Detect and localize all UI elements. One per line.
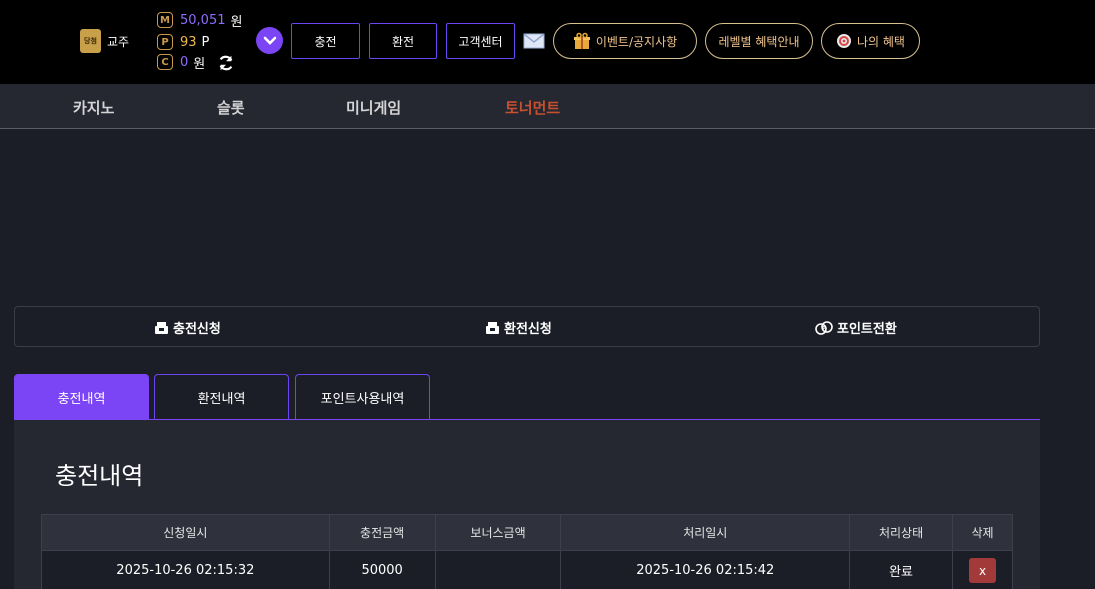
level-benefits-button[interactable]: 레벨별 혜택안내: [705, 23, 813, 59]
table-row: 2025-10-26 02:15:32 50000 2025-10-26 02:…: [41, 550, 1013, 589]
money-value: 50,051: [180, 12, 226, 28]
coins-icon: P: [815, 320, 833, 335]
nav-item-tournament[interactable]: 토너먼트: [505, 97, 560, 118]
nav-item-casino[interactable]: 카지노: [73, 97, 114, 118]
coin-balance: C 0 원: [157, 53, 205, 72]
column-header: 신청일시: [41, 514, 330, 551]
money-balance: M 50,051 원: [157, 11, 242, 30]
nav-item-slot[interactable]: 슬롯: [217, 97, 245, 118]
table-header-row: 신청일시 충전금액 보너스금액 처리일시 처리상태 삭제: [41, 514, 1013, 551]
point-balance: P 93 P: [157, 33, 209, 51]
svg-text:P: P: [822, 326, 826, 332]
main-nav: 카지노 슬롯 미니게임 토너먼트: [0, 84, 1095, 129]
coin-value: 0: [180, 54, 189, 70]
point-value: 93: [180, 34, 197, 50]
status-cell: 완료: [849, 550, 953, 589]
requested-date-cell: 2025-10-26 02:15:32: [41, 550, 330, 589]
point-convert-link[interactable]: P 포인트전환: [815, 318, 897, 337]
delete-button[interactable]: x: [969, 558, 996, 583]
expand-button[interactable]: [256, 27, 283, 54]
coin-icon: C: [157, 54, 173, 70]
history-panel: 충전내역 신청일시 충전금액 보너스금액 처리일시 처리상태 삭제 2025-1…: [14, 420, 1040, 589]
cash-register-icon: [155, 321, 168, 334]
column-header: 삭제: [952, 514, 1013, 551]
delete-cell: x: [952, 550, 1013, 589]
my-benefits-button[interactable]: 나의 혜택: [821, 23, 920, 59]
exchange-button[interactable]: 환전: [369, 23, 437, 59]
support-button[interactable]: 고객센터: [446, 23, 515, 59]
cash-register-icon: [486, 321, 499, 334]
gift-icon: [573, 32, 590, 49]
mail-icon[interactable]: [523, 33, 545, 49]
history-table: 신청일시 충전금액 보너스금액 처리일시 처리상태 삭제 2025-10-26 …: [41, 514, 1013, 589]
processed-date-cell: 2025-10-26 02:15:42: [560, 550, 851, 589]
action-bar: 충전신청 환전신청 P 포인트전환: [14, 306, 1040, 347]
tab-point-history[interactable]: 포인트사용내역: [295, 374, 430, 419]
top-header: 당첨 교주 M 50,051 원 P 93 P C 0 원 충전 환전 고객센터: [0, 0, 1095, 84]
refresh-icon[interactable]: [217, 54, 235, 72]
panel-title: 충전내역: [55, 462, 144, 490]
tab-charge-history[interactable]: 충전내역: [14, 374, 149, 419]
charge-request-link[interactable]: 충전신청: [154, 318, 221, 337]
tab-exchange-history[interactable]: 환전내역: [154, 374, 289, 419]
charge-button[interactable]: 충전: [291, 23, 360, 59]
exchange-request-link[interactable]: 환전신청: [485, 318, 552, 337]
events-notice-button[interactable]: 이벤트/공지사항: [553, 23, 697, 59]
column-header: 처리상태: [849, 514, 953, 551]
bonus-cell: [434, 550, 562, 589]
chevron-down-icon: [263, 36, 276, 45]
money-icon: M: [157, 12, 173, 28]
point-icon: P: [157, 34, 173, 50]
amount-cell: 50000: [328, 550, 436, 589]
nav-item-minigame[interactable]: 미니게임: [346, 97, 401, 118]
username: 교주: [107, 35, 130, 49]
level-badge-icon: 당첨: [80, 29, 101, 53]
column-header: 보너스금액: [434, 514, 562, 551]
target-icon: [837, 34, 851, 48]
column-header: 처리일시: [560, 514, 851, 551]
column-header: 충전금액: [328, 514, 436, 551]
